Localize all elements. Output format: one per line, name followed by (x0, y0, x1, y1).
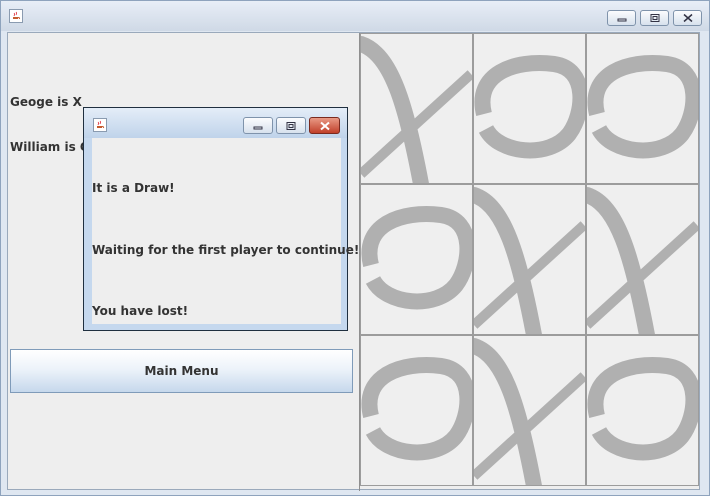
x-mark-icon (474, 187, 585, 334)
minimize-icon (617, 18, 626, 22)
dialog-close-button[interactable] (309, 117, 340, 134)
x-mark-icon (587, 187, 698, 334)
x-mark-icon (474, 338, 585, 485)
dialog-minimize-button[interactable] (243, 117, 273, 134)
main-window: Geoge is X William is O Main Menu It is … (0, 0, 710, 496)
dialog-body: It is a Draw! Waiting for the first play… (92, 138, 359, 324)
draw-message: It is a Draw! (92, 181, 175, 195)
board-cell-6[interactable] (586, 184, 699, 335)
close-button[interactable] (673, 10, 702, 26)
player-o-label: William is O (10, 140, 91, 154)
minimize-button[interactable] (607, 10, 636, 26)
board-cell-2[interactable] (473, 33, 586, 184)
title-bar[interactable] (1, 1, 709, 31)
minimize-icon (253, 126, 263, 129)
board-cell-4[interactable] (360, 184, 473, 335)
lost-message: You have lost! (92, 304, 189, 318)
dialog-maximize-button[interactable] (276, 117, 306, 134)
game-result-dialog: It is a Draw! Waiting for the first play… (83, 107, 359, 331)
close-icon (683, 13, 692, 23)
player-x-label: Geoge is X (10, 95, 82, 109)
board-cell-8[interactable] (473, 335, 586, 486)
main-menu-button[interactable]: Main Menu (10, 349, 353, 393)
board-cell-1[interactable] (360, 33, 473, 184)
o-mark-icon (587, 55, 698, 159)
board-cell-9[interactable] (586, 335, 699, 486)
board-cell-5[interactable] (473, 184, 586, 335)
game-board (359, 33, 701, 491)
maximize-button[interactable] (640, 10, 669, 26)
board-cell-3[interactable] (586, 33, 699, 184)
dialog-title-bar[interactable] (84, 108, 347, 138)
java-coffee-icon (9, 9, 23, 23)
o-mark-icon (474, 55, 585, 159)
close-icon (319, 121, 330, 130)
maximize-icon (286, 121, 296, 130)
waiting-message: Waiting for the first player to continue… (92, 243, 360, 257)
x-mark-icon (361, 36, 472, 183)
maximize-icon (650, 14, 659, 22)
o-mark-icon (361, 206, 472, 310)
board-cell-7[interactable] (360, 335, 473, 486)
java-coffee-icon (93, 118, 107, 132)
o-mark-icon (587, 357, 698, 461)
o-mark-icon (361, 357, 472, 461)
